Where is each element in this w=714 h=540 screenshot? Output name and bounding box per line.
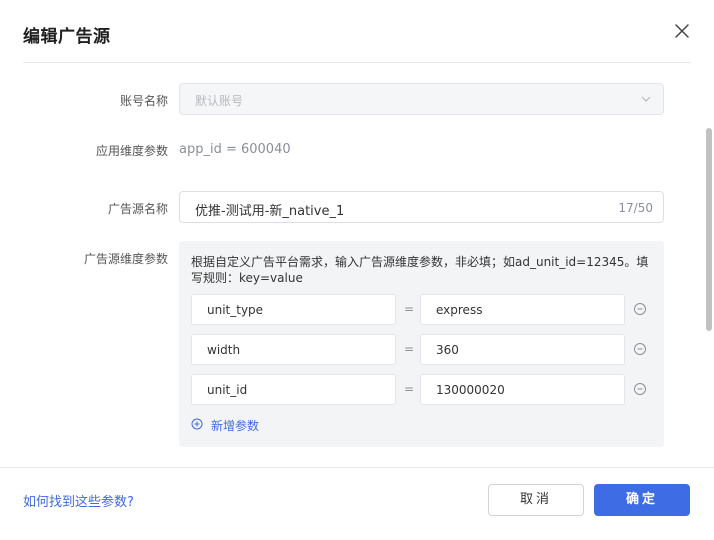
add-param-label: 新增参数 xyxy=(211,419,260,433)
param-row: width = 360 xyxy=(191,334,657,365)
dialog-header: 编辑广告源 xyxy=(0,0,714,64)
cancel-button[interactable]: 取消 xyxy=(488,484,584,516)
confirm-button[interactable]: 确定 xyxy=(594,484,690,516)
help-link[interactable]: 如何找到这些参数? xyxy=(23,491,134,510)
source-name-label: 广告源名称 xyxy=(107,202,168,216)
dialog-title: 编辑广告源 xyxy=(23,27,111,47)
param-key-value: width xyxy=(207,343,241,357)
app-params-label: 应用维度参数 xyxy=(95,144,168,158)
account-label: 账号名称 xyxy=(119,94,168,108)
equals-sign: = xyxy=(403,342,415,356)
remove-circle-icon[interactable] xyxy=(633,382,647,396)
chevron-down-icon xyxy=(641,96,651,102)
param-value-input[interactable]: 360 xyxy=(420,334,625,365)
param-value-input[interactable]: express xyxy=(420,294,625,325)
account-select-value: 默认账号 xyxy=(195,94,244,108)
param-row: unit_type = express xyxy=(191,294,657,325)
param-key-input[interactable]: unit_id xyxy=(191,374,396,405)
source-params-label: 广告源维度参数 xyxy=(83,252,168,266)
source-params-panel: 根据自定义广告平台需求，输入广告源维度参数，非必填；如ad_unit_id=12… xyxy=(179,241,664,447)
equals-sign: = xyxy=(403,382,415,396)
equals-sign: = xyxy=(403,302,415,316)
param-value-value: express xyxy=(436,303,483,317)
app-params-value: app_id = 600040 xyxy=(179,142,291,157)
param-value-input[interactable]: 130000020 xyxy=(420,374,625,405)
scrollbar-thumb[interactable] xyxy=(706,128,712,331)
add-circle-icon xyxy=(191,418,203,430)
param-key-input[interactable]: width xyxy=(191,334,396,365)
source-name-value: 优推-测试用-新_native_1 xyxy=(195,204,345,219)
close-button[interactable] xyxy=(671,20,693,42)
dialog-body: 账号名称 默认账号 应用维度参数 app_id = 600040 广告源名称 优… xyxy=(0,63,714,467)
params-hint: 根据自定义广告平台需求，输入广告源维度参数，非必填；如ad_unit_id=12… xyxy=(191,255,649,285)
param-value-value: 130000020 xyxy=(436,383,505,397)
param-key-value: unit_id xyxy=(207,383,248,397)
close-icon[interactable] xyxy=(671,20,693,42)
param-key-value: unit_type xyxy=(207,303,264,317)
edit-ad-source-dialog: 编辑广告源 账号名称 默认账号 应用维度参数 app_id = 600040 广… xyxy=(0,0,714,540)
char-counter: 17/50 xyxy=(618,201,653,215)
param-row: unit_id = 130000020 xyxy=(191,374,657,405)
param-value-value: 360 xyxy=(436,343,459,357)
account-select[interactable]: 默认账号 xyxy=(179,83,664,115)
source-name-input[interactable]: 优推-测试用-新_native_1 17/50 xyxy=(179,191,664,223)
remove-circle-icon[interactable] xyxy=(633,342,647,356)
param-key-input[interactable]: unit_type xyxy=(191,294,396,325)
footer-divider xyxy=(0,467,714,468)
remove-circle-icon[interactable] xyxy=(633,302,647,316)
